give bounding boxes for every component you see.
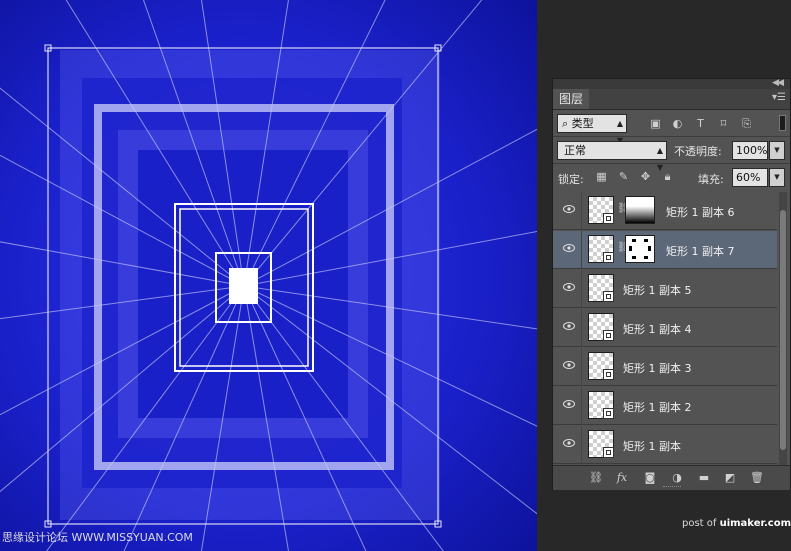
- fx-icon[interactable]: fx: [615, 471, 629, 485]
- layer-list-scrollbar[interactable]: [779, 192, 787, 465]
- layer-name: 矩形 1 副本 7: [666, 245, 735, 258]
- filter-kind-label: 类型: [571, 117, 594, 130]
- link-icon[interactable]: ⛓︎: [589, 471, 603, 485]
- divider: [581, 270, 582, 308]
- opacity-dropdown-button[interactable]: ▼: [769, 141, 785, 160]
- opacity-input[interactable]: 100%: [732, 141, 768, 160]
- link-icon[interactable]: ⛓︎: [617, 241, 630, 255]
- fill-dropdown-button[interactable]: ▼: [769, 168, 785, 187]
- layers-panel: ◀◀ 图层 ▾☰ ⌕ 类型 ▲▼ ▣ ◐ T ⌑ ⎘ 正常 ▲▼ 不透明度: 1…: [552, 78, 791, 490]
- layer-name: 矩形 1 副本 2: [623, 401, 692, 414]
- layer-mask-thumbnail[interactable]: [625, 235, 655, 263]
- layer-row-copy-2[interactable]: 矩形 1 副本 2: [553, 387, 777, 425]
- lock-transparent-icon[interactable]: ▦: [595, 170, 608, 183]
- blend-row: 正常 ▲ ▼ 不透明度: 100% ▼: [553, 137, 790, 172]
- layer-name: 矩形 1 副本 4: [623, 323, 692, 336]
- panel-bottom-toolbar: ⛓︎ fx ◙ ◑ ▬ ◩ 🗑︎: [553, 465, 790, 490]
- layer-name: 矩形 1 副本 6: [666, 206, 735, 219]
- shape-icon: [603, 330, 614, 341]
- layer-row-copy-4[interactable]: 矩形 1 副本 4: [553, 309, 777, 347]
- panel-header-strip: ◀◀: [553, 78, 790, 89]
- layer-thumbnail: [588, 352, 614, 380]
- eye-icon[interactable]: [563, 400, 575, 408]
- layer-list: ⛓︎ 矩形 1 副本 6 ⛓︎ 矩形 1 副本 7 矩形 1 副本 5 矩形 1…: [553, 192, 777, 465]
- layer-row-copy-6[interactable]: ⛓︎ 矩形 1 副本 6: [553, 192, 777, 230]
- eye-icon[interactable]: [563, 244, 575, 252]
- lock-row: 锁定: ▦ ✎ ✥ 🔒︎ 填充: 60% ▼: [553, 164, 790, 190]
- layer-thumbnail: [588, 274, 614, 302]
- collapse-icon[interactable]: ◀◀: [772, 78, 784, 88]
- resize-grip[interactable]: [663, 486, 681, 489]
- watermark-site: uimaker.com: [719, 518, 791, 529]
- shape-icon: [603, 447, 614, 458]
- blend-mode-select[interactable]: 正常 ▲ ▼: [557, 141, 667, 172]
- adjustment-filter-icon[interactable]: ◐: [671, 118, 684, 130]
- link-icon[interactable]: ⛓︎: [617, 202, 630, 216]
- watermark-right: post of uimaker.com: [682, 518, 791, 529]
- panel-tab-row: 图层 ▾☰: [553, 89, 790, 110]
- layer-thumbnail: [588, 196, 614, 224]
- shape-icon: [603, 252, 614, 263]
- eye-icon[interactable]: [563, 205, 575, 213]
- mask-icon[interactable]: ◙: [643, 471, 657, 485]
- layer-name: 矩形 1 副本 5: [623, 284, 692, 297]
- image-filter-icon[interactable]: ▣: [649, 118, 662, 130]
- layer-row-copy-3[interactable]: 矩形 1 副本 3: [553, 348, 777, 386]
- fill-label: 填充:: [698, 173, 724, 186]
- layer-thumbnail: [588, 430, 614, 458]
- mask-shape-icon: [629, 239, 651, 259]
- layer-row-copy-5[interactable]: 矩形 1 副本 5: [553, 270, 777, 308]
- type-filter-icon[interactable]: T: [694, 118, 707, 130]
- filter-row: ⌕ 类型 ▲▼ ▣ ◐ T ⌑ ⎘: [553, 110, 790, 145]
- layer-thumbnail: [588, 235, 614, 263]
- filter-toggle[interactable]: [779, 115, 786, 131]
- shape-filter-icon[interactable]: ⌑: [717, 118, 730, 130]
- opacity-label: 不透明度:: [674, 145, 722, 158]
- lock-all-icon[interactable]: 🔒︎: [661, 170, 674, 183]
- layer-name: 矩形 1 副本: [623, 440, 681, 453]
- search-icon: ⌕: [562, 117, 569, 130]
- layer-mask-thumbnail[interactable]: [625, 196, 655, 224]
- divider: [581, 348, 582, 386]
- eye-icon[interactable]: [563, 283, 575, 291]
- scrollbar-thumb[interactable]: [780, 210, 786, 450]
- eye-icon[interactable]: [563, 439, 575, 447]
- lock-label: 锁定:: [558, 173, 584, 186]
- tab-layers[interactable]: 图层: [553, 89, 589, 109]
- divider: [581, 231, 582, 269]
- trash-icon[interactable]: 🗑︎: [750, 471, 764, 485]
- blend-mode-label: 正常: [564, 144, 586, 157]
- smart-object-filter-icon[interactable]: ⎘: [740, 118, 753, 130]
- lock-paint-icon[interactable]: ✎: [617, 170, 630, 183]
- layer-row-copy[interactable]: 矩形 1 副本: [553, 426, 777, 464]
- filter-kind-select[interactable]: ⌕ 类型 ▲▼: [557, 114, 627, 145]
- watermark-left: 思缘设计论坛 WWW.MISSYUAN.COM: [2, 531, 193, 544]
- canvas-artwork: [0, 0, 537, 551]
- divider: [581, 192, 582, 230]
- shape-icon: [603, 291, 614, 302]
- lock-position-icon[interactable]: ✥: [639, 170, 652, 183]
- eye-icon[interactable]: [563, 361, 575, 369]
- layer-row-copy-7[interactable]: ⛓︎ 矩形 1 副本 7: [553, 231, 777, 269]
- fill-input[interactable]: 60%: [732, 168, 768, 187]
- shape-icon: [603, 369, 614, 380]
- document-canvas[interactable]: [0, 0, 537, 551]
- shape-icon: [603, 213, 614, 224]
- adjustment-icon[interactable]: ◑: [670, 471, 684, 485]
- layer-thumbnail: [588, 391, 614, 419]
- divider: [581, 309, 582, 347]
- folder-icon[interactable]: ▬: [697, 471, 711, 485]
- shape-icon: [603, 408, 614, 419]
- divider: [581, 426, 582, 464]
- panel-menu-icon[interactable]: ▾☰: [772, 92, 786, 103]
- layer-thumbnail: [588, 313, 614, 341]
- new-layer-icon[interactable]: ◩: [723, 471, 737, 485]
- watermark-prefix: post of: [682, 518, 720, 529]
- divider: [581, 387, 582, 425]
- layer-name: 矩形 1 副本 3: [623, 362, 692, 375]
- eye-icon[interactable]: [563, 322, 575, 330]
